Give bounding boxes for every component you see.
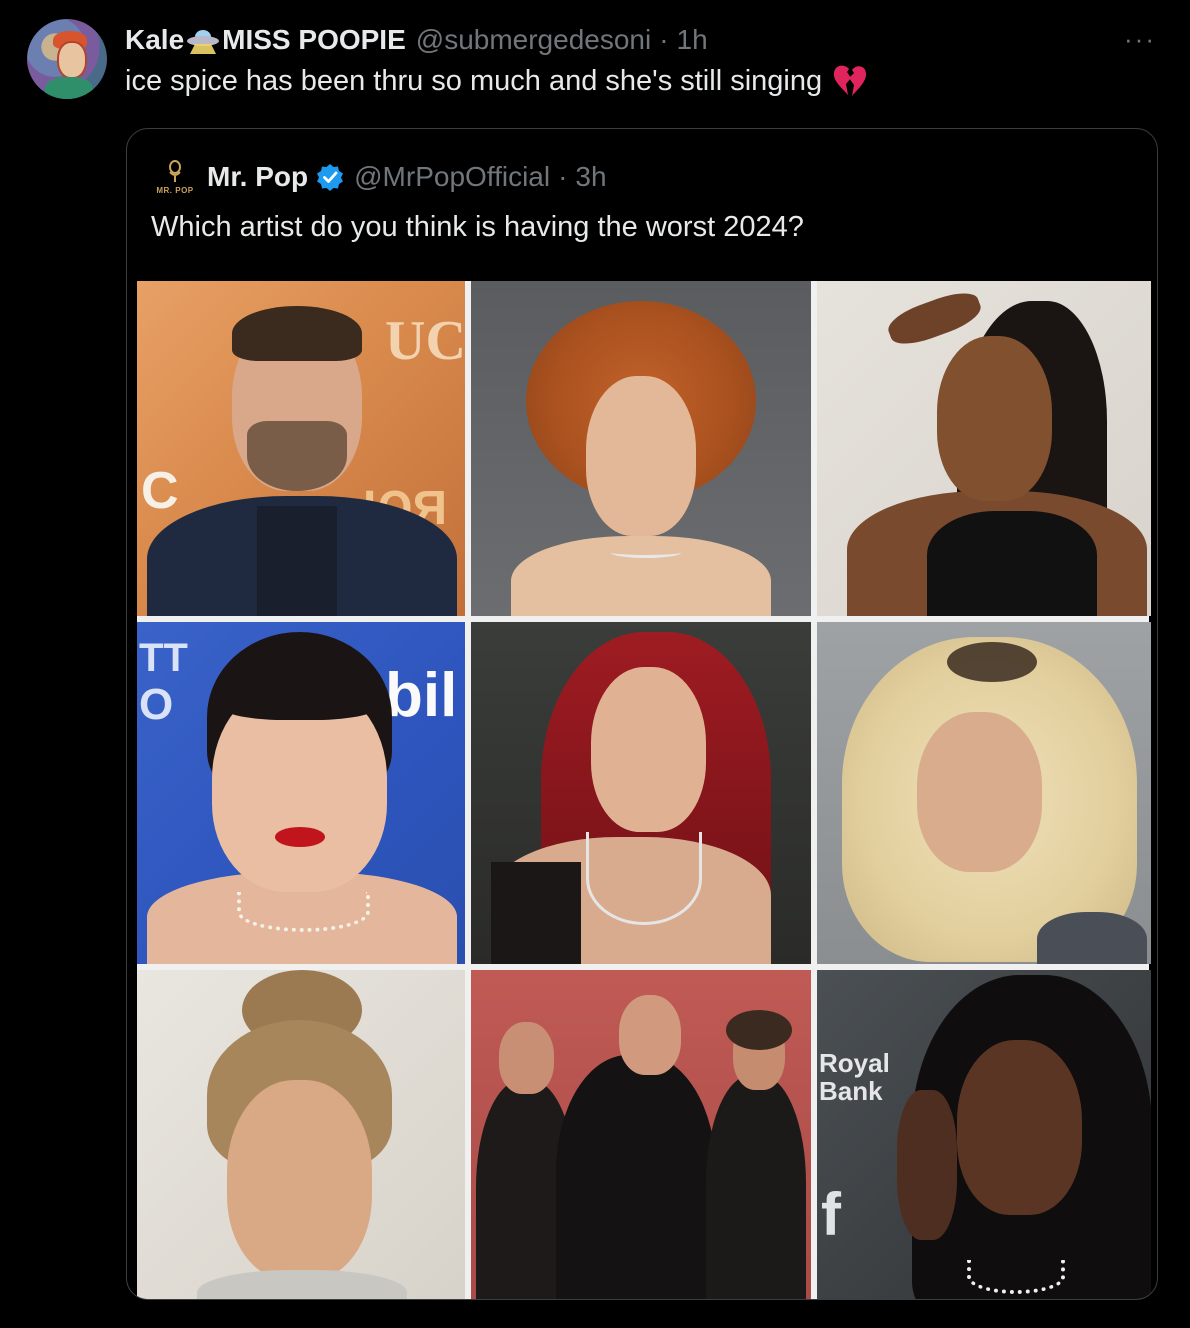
photo-5[interactable] bbox=[471, 622, 811, 964]
verified-badge-icon bbox=[317, 164, 344, 191]
photo-6[interactable] bbox=[817, 622, 1151, 964]
quoted-avatar-logo-text: MR. POP bbox=[156, 185, 194, 195]
photo-9[interactable]: Royal Bank f bbox=[817, 970, 1151, 1299]
tweet-body: ice spice has been thru so much and she'… bbox=[125, 64, 868, 98]
more-options-icon[interactable]: ··· bbox=[1124, 24, 1156, 55]
microphone-icon bbox=[169, 159, 181, 182]
ufo-icon bbox=[186, 26, 220, 54]
photo-4-sign-text: TT bbox=[139, 636, 188, 680]
photo-7[interactable] bbox=[137, 970, 465, 1299]
tweet-header: Kale MISS POOPIE @submergedesoni · 1h bbox=[125, 22, 708, 58]
photo-4-sign-text-3: bil bbox=[385, 661, 458, 730]
photo-8[interactable] bbox=[471, 970, 811, 1299]
user-avatar[interactable] bbox=[27, 19, 107, 99]
display-name-part1[interactable]: Kale bbox=[125, 24, 184, 56]
quoted-user-avatar[interactable]: MR. POP bbox=[151, 153, 199, 201]
photo-1-sign-text-2: C bbox=[141, 462, 179, 520]
photo-9-sign-text: Royal bbox=[819, 1048, 890, 1078]
quoted-tweet-header: Mr. Pop @MrPopOfficial · 3h bbox=[207, 159, 607, 195]
photo-1-sign-text: UC bbox=[385, 310, 465, 372]
quoted-separator-dot: · bbox=[558, 161, 568, 192]
photo-1[interactable]: UC C ЮЯ bbox=[137, 281, 465, 616]
photo-4-sign-text-2: O bbox=[139, 680, 174, 729]
photo-2[interactable] bbox=[471, 281, 811, 616]
quoted-tweet-text: Which artist do you think is having the … bbox=[151, 211, 804, 243]
quoted-tweet[interactable]: MR. POP Mr. Pop @MrPopOfficial · 3h Whic… bbox=[126, 128, 1158, 1300]
photo-3[interactable] bbox=[817, 281, 1151, 616]
quoted-handle[interactable]: @MrPopOfficial bbox=[354, 161, 550, 193]
broken-heart-icon bbox=[834, 65, 867, 96]
tweet-timestamp[interactable]: 1h bbox=[677, 24, 708, 56]
photo-9-sign-text-2: Bank bbox=[819, 1076, 883, 1106]
user-handle[interactable]: @submergedesoni bbox=[416, 24, 651, 56]
separator-dot: · bbox=[659, 24, 669, 55]
quoted-display-name[interactable]: Mr. Pop bbox=[207, 161, 308, 193]
tweet-text: ice spice has been thru so much and she'… bbox=[125, 64, 823, 97]
photo-4[interactable]: TT O bil bbox=[137, 622, 465, 964]
quoted-timestamp[interactable]: 3h bbox=[575, 161, 606, 193]
media-photo-grid[interactable]: UC C ЮЯ TT O bil Royal Bank f bbox=[137, 281, 1151, 1299]
display-name-part2[interactable]: MISS POOPIE bbox=[222, 24, 406, 56]
photo-9-sign-text-3: f bbox=[821, 1181, 841, 1248]
